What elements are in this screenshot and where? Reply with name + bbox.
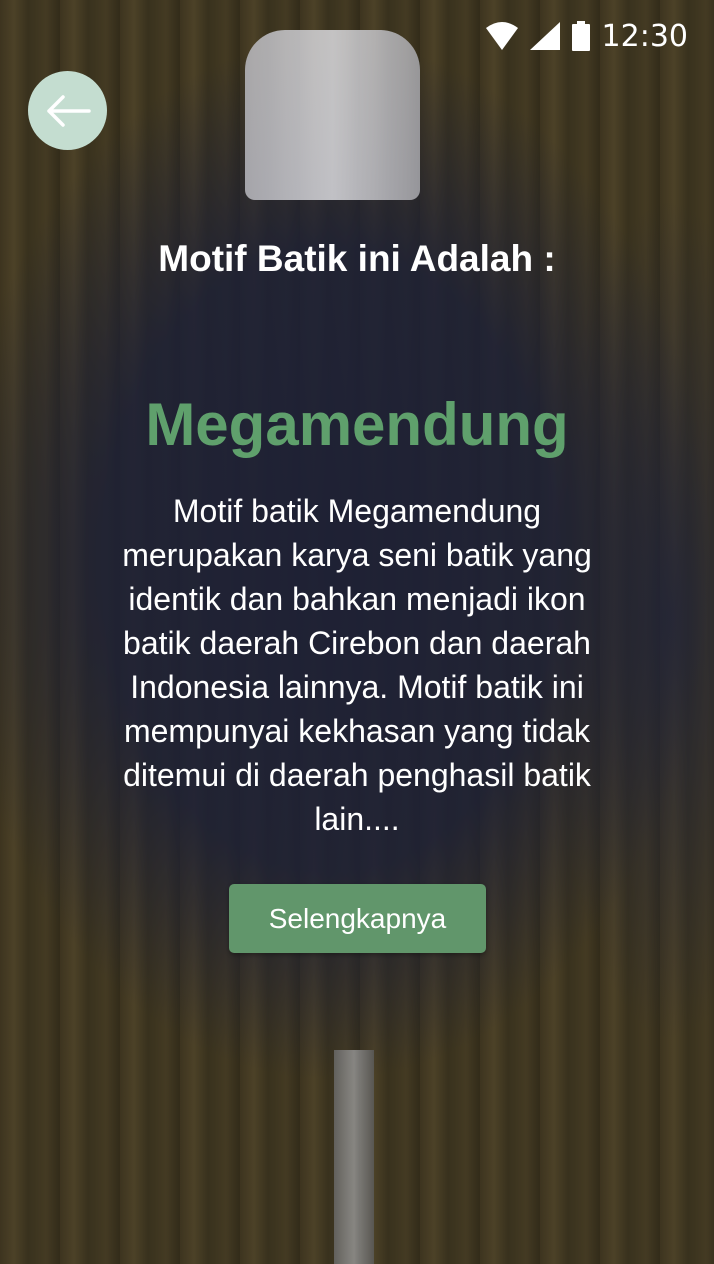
arrow-left-icon [46, 94, 91, 127]
status-time: 12:30 [601, 18, 688, 54]
wifi-icon [485, 22, 518, 50]
signal-icon [529, 22, 560, 50]
mannequin-pole [334, 1050, 374, 1264]
result-heading: Motif Batik ini Adalah : [158, 238, 556, 279]
motif-description: Motif batik Megamendung merupakan karya … [122, 493, 592, 837]
status-bar: 12:30 [0, 0, 714, 72]
battery-icon [571, 21, 590, 51]
motif-name: Megamendung [145, 391, 569, 458]
read-more-button[interactable]: Selengkapnya [229, 884, 486, 953]
back-button[interactable] [28, 71, 107, 150]
status-icons: 12:30 [485, 14, 688, 58]
